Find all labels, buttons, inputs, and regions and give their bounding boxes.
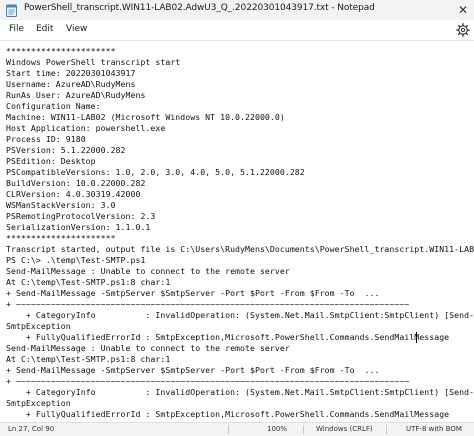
window-title: PowerShell_transcript.WIN11-LAB02.AdwU3_… [24, 3, 375, 13]
notepad-window: PowerShell_transcript.WIN11-LAB02.AdwU3_… [0, 0, 474, 436]
text-line: SmtpException [6, 321, 71, 331]
text-line: + ~~~~~~~~~~~~~~~~~~~~~~~~~~~~~~~~~~~~~~… [6, 376, 410, 386]
text-line: + ~~~~~~~~~~~~~~~~~~~~~~~~~~~~~~~~~~~~~~… [6, 299, 410, 309]
menu-file[interactable]: File [9, 24, 24, 34]
text-line: PSCompatibleVersions: 1.0, 2.0, 3.0, 4.0… [6, 167, 305, 177]
close-icon[interactable]: ✕ [454, 2, 472, 18]
text-line: Windows PowerShell transcript start [6, 57, 181, 67]
text-line: PS C:\> .\temp\Test-SMTP.ps1 [6, 255, 146, 265]
status-bar: Ln 27, Col 90 100% Windows (CRLF) UTF-8 … [0, 422, 474, 436]
text-line: Username: AzureAD\RudyMens [6, 79, 136, 89]
menu-bar: File Edit View [0, 20, 474, 41]
text-editor[interactable]: ********************** Windows PowerShell… [0, 42, 474, 422]
title-bar[interactable]: PowerShell_transcript.WIN11-LAB02.AdwU3_… [0, 0, 474, 20]
text-line: RunAs User: AzureAD\RudyMens [6, 90, 146, 100]
status-divider [228, 425, 229, 434]
encoding[interactable]: UTF-8 with BOM [406, 425, 462, 433]
text-line: PSEdition: Desktop [6, 156, 96, 166]
cursor-position: Ln 27, Col 90 [8, 425, 55, 433]
text-line: CLRVersion: 4.0.30319.42000 [6, 189, 141, 199]
menu-edit[interactable]: Edit [36, 24, 53, 34]
text-line: Send-MailMessage : Unable to connect to … [6, 266, 290, 276]
text-line: WSManStackVersion: 3.0 [6, 200, 116, 210]
zoom-level[interactable]: 100% [267, 425, 287, 433]
text-line: BuildVersion: 10.0.22000.282 [6, 178, 146, 188]
line-ending[interactable]: Windows (CRLF) [316, 425, 373, 433]
text-line: + Send-MailMessage -SmtpServer $SmtpServ… [6, 365, 380, 375]
text-line: + FullyQualifiedErrorId : SmtpException,… [6, 332, 450, 342]
status-divider [303, 425, 304, 434]
text-line: + FullyQualifiedErrorId : SmtpException,… [6, 409, 450, 419]
text-line: Machine: WIN11-LAB02 (Microsoft Windows … [6, 112, 285, 122]
text-line: PSRemotingProtocolVersion: 2.3 [6, 211, 156, 221]
text-line: Process ID: 9180 [6, 134, 86, 144]
text-line: At C:\temp\Test-SMTP.ps1:8 char:1 [6, 354, 171, 364]
text-line: Configuration Name: [6, 101, 101, 111]
text-line: ********************** [6, 233, 116, 243]
text-line: ********************** [6, 46, 116, 56]
text-line: + Send-MailMessage -SmtpServer $SmtpServ… [6, 288, 380, 298]
menu-view[interactable]: View [66, 24, 87, 34]
text-line: + CategoryInfo : InvalidOperation: (Syst… [6, 310, 474, 320]
text-line: PSVersion: 5.1.22000.282 [6, 145, 126, 155]
text-line: Host Application: powershell.exe [6, 123, 166, 133]
text-line: Start time: 20220301043917 [6, 68, 136, 78]
text-line: At C:\temp\Test-SMTP.ps1:8 char:1 [6, 277, 171, 287]
text-line: SerializationVersion: 1.1.0.1 [6, 222, 151, 232]
text-line: SmtpException [6, 398, 71, 408]
notepad-icon [6, 4, 17, 17]
status-divider [386, 425, 387, 434]
text-caret [416, 332, 417, 343]
text-line: Transcript started, output file is C:\Us… [6, 244, 474, 254]
text-line: Send-MailMessage : Unable to connect to … [6, 343, 290, 353]
gear-icon[interactable] [456, 23, 470, 37]
text-line: + CategoryInfo : InvalidOperation: (Syst… [6, 387, 474, 397]
